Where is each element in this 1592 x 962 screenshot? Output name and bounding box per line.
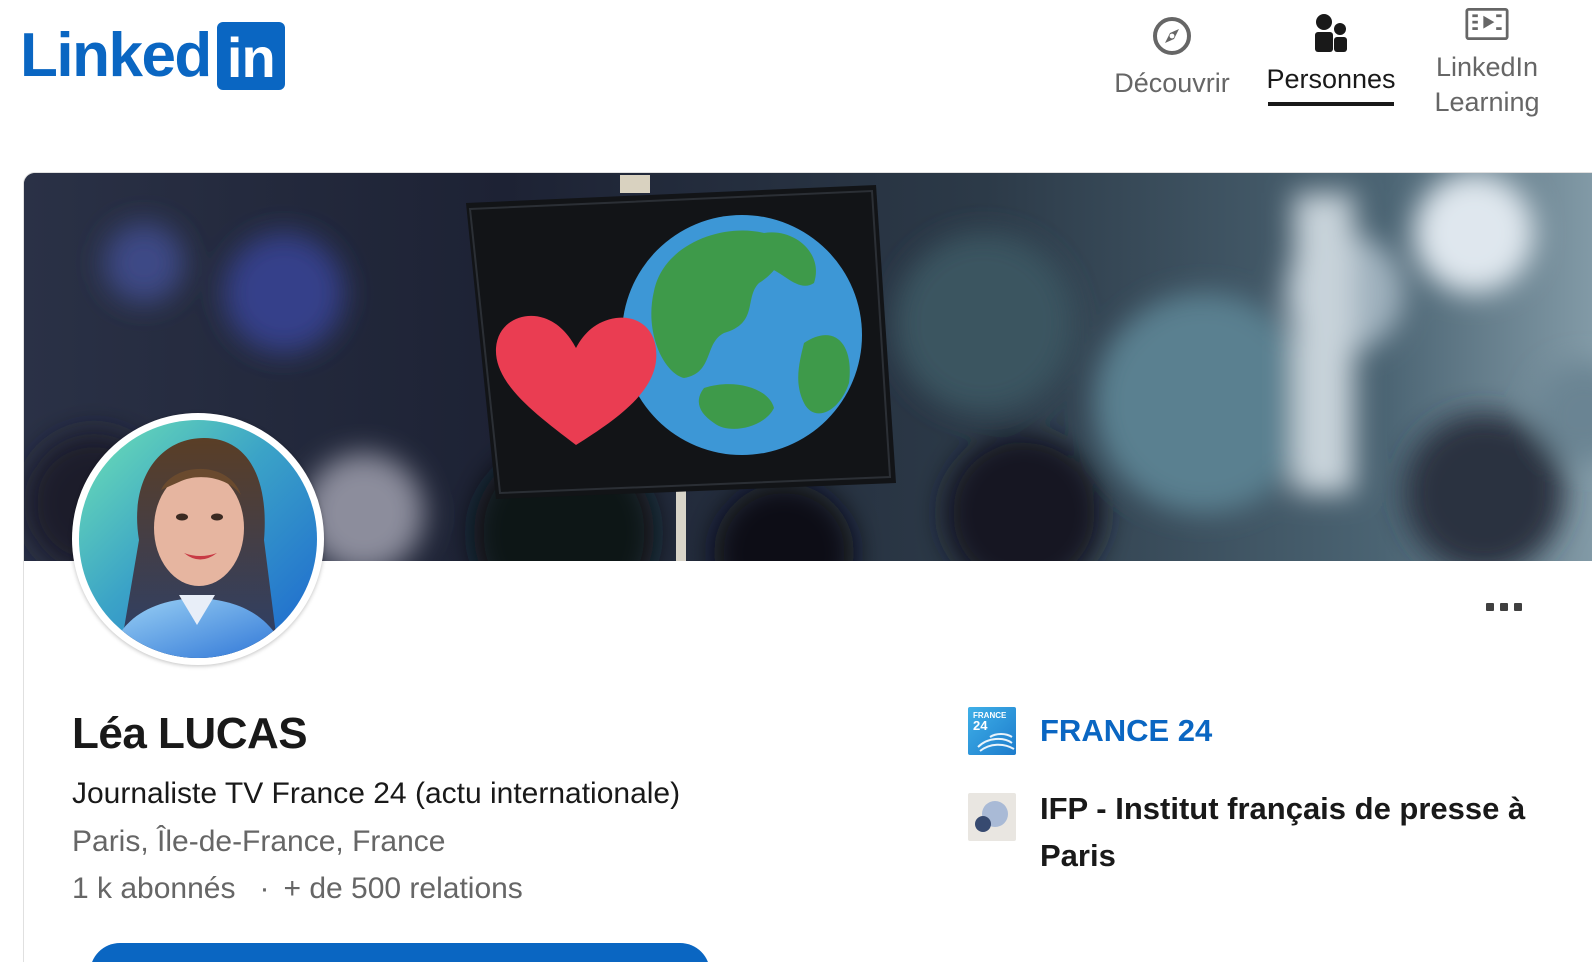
stats-separator: ·: [259, 872, 270, 905]
org-france24[interactable]: FRANCE 24 FRANCE 24: [968, 707, 1212, 755]
top-navigation: Linked in Découvrir Personnes LinkedIn L…: [0, 0, 1592, 130]
org-ifp-name[interactable]: IFP - Institut français de presse à Pari…: [1040, 785, 1530, 879]
france24-logo-number: 24: [973, 718, 988, 733]
france24-logo: FRANCE 24: [968, 707, 1016, 755]
linkedin-logo[interactable]: Linked in: [20, 22, 285, 90]
more-dot: [1500, 603, 1508, 611]
people-icon: [1309, 12, 1353, 56]
more-actions-button[interactable]: [1474, 589, 1534, 625]
org-ifp[interactable]: IFP - Institut français de presse à Pari…: [968, 791, 1530, 879]
learning-video-icon: [1465, 2, 1509, 46]
nav-discover-label: Découvrir: [1114, 68, 1230, 98]
nav-people-label: Personnes: [1266, 64, 1396, 94]
active-tab-indicator: [1268, 102, 1394, 106]
profile-card: Léa LUCAS Journaliste TV France 24 (actu…: [23, 172, 1592, 962]
followers-count[interactable]: 1 k abonnés: [72, 872, 235, 906]
profile-stats: 1 k abonnés · + de 500 relations: [72, 872, 523, 906]
profile-headline: Journaliste TV France 24 (actu internati…: [72, 777, 681, 810]
primary-action-button[interactable]: [90, 943, 710, 962]
profile-location: Paris, Île-de-France, France: [72, 825, 446, 858]
ifp-logo: [968, 793, 1016, 841]
logo-in-box: in: [216, 22, 285, 90]
nav-people[interactable]: Personnes: [1256, 12, 1406, 132]
nav-linkedin-learning[interactable]: LinkedIn Learning: [1420, 2, 1554, 122]
connections-count[interactable]: + de 500 relations: [283, 872, 522, 906]
profile-name: Léa LUCAS: [72, 709, 308, 758]
profile-photo[interactable]: [72, 413, 324, 665]
more-dot: [1486, 603, 1494, 611]
compass-icon: [1150, 14, 1194, 58]
logo-wordmark: Linked: [20, 21, 212, 90]
more-dot: [1514, 603, 1522, 611]
nav-learning-label: LinkedIn Learning: [1434, 52, 1540, 117]
org-france24-name[interactable]: FRANCE 24: [1040, 707, 1212, 755]
nav-discover[interactable]: Découvrir: [1104, 14, 1240, 134]
